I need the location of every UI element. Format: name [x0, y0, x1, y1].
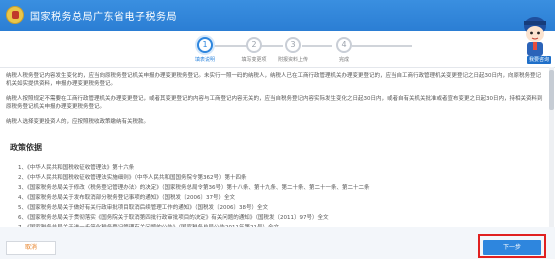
instruction-paragraph-2: 纳税人按照规定不需要在工商行政管理机关办理变更登记，或者其变更登记的内容与工商登…: [6, 96, 543, 110]
scrollbar-thumb[interactable]: [549, 70, 554, 110]
step-4-circle: 4: [336, 37, 352, 53]
law-item: 4、《国家税务总局关于发布取消部分税务登记事项的通知》（国税发〔2006〕37号…: [18, 195, 235, 201]
step-3-circle: 3: [285, 37, 301, 53]
app-title: 国家税务总局广东省电子税务局: [30, 12, 177, 23]
law-item: 5、《国家税务总局关于做好有关行政审批项目取消后续管理工作的通知》（国税发〔20…: [18, 205, 268, 211]
instruction-paragraph-1: 纳税人税务登记内容发生变化的，应当向原税务登记机关申报办理变更税务登记。未实行一…: [6, 73, 542, 87]
step-connector: [352, 45, 412, 47]
instruction-paragraph-3: 纳税人选择变更投资人的，应按照税收政策缴纳有关税款。: [6, 119, 150, 125]
step-1-label: 填表说明: [194, 57, 215, 63]
mascot-icon[interactable]: [520, 12, 550, 60]
tax-bureau-logo-icon: [6, 6, 24, 24]
policy-basis-title: 政策依据: [10, 143, 42, 152]
step-3-label: 附报资料上传: [277, 57, 308, 63]
cancel-button[interactable]: 取消: [6, 241, 56, 255]
law-item: 3、《国家税务总局关于修改〈税务登记管理办法〉的决定》（国家税务总局令第36号）…: [18, 185, 370, 191]
consult-button[interactable]: 我要咨询: [527, 56, 551, 64]
step-2-circle: 2: [246, 37, 262, 53]
step-4-label: 完成: [338, 57, 349, 63]
step-connector: [302, 45, 332, 47]
law-item: 6、《国家税务总局关于贯彻落实《国务院关于取消第四批行政审批项目的决定》有关问题…: [18, 215, 329, 221]
law-item: 2、《中华人民共和国税收征收管理法实施细则》（中华人民共和国国务院令第362号）…: [18, 175, 247, 181]
law-item: 1、《中华人民共和国税收征收管理法》第十六条: [18, 165, 135, 171]
next-step-button[interactable]: 下一步: [483, 240, 541, 255]
action-footer: [0, 227, 555, 259]
step-1-circle: 1: [197, 37, 213, 53]
